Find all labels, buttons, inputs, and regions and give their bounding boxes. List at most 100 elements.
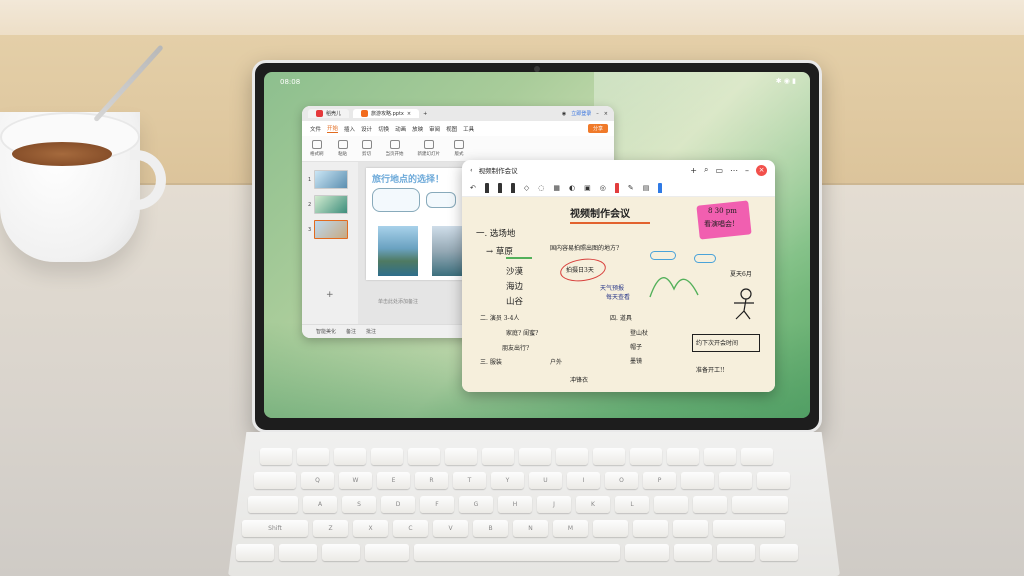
key[interactable]: [673, 520, 708, 537]
highlighter-icon[interactable]: ✎: [628, 184, 634, 192]
red-pen-icon[interactable]: [614, 183, 619, 193]
key[interactable]: [681, 472, 714, 489]
key-x[interactable]: X: [353, 520, 388, 537]
menu-home[interactable]: 开始: [327, 124, 339, 133]
tab-close-icon[interactable]: ×: [407, 111, 411, 117]
login-link[interactable]: 立即登录: [571, 110, 591, 117]
key[interactable]: [556, 448, 588, 465]
shape-icon[interactable]: ◐: [569, 184, 575, 192]
key-w[interactable]: W: [339, 472, 372, 489]
key-enter[interactable]: [732, 496, 788, 513]
blue-pen-icon[interactable]: [658, 183, 663, 193]
menu-animation[interactable]: 动画: [395, 125, 406, 133]
image-icon[interactable]: ▣: [584, 184, 591, 192]
undo-icon[interactable]: ↶: [470, 184, 476, 192]
key[interactable]: [260, 448, 292, 465]
key[interactable]: [297, 448, 329, 465]
cut-button[interactable]: 剪切: [361, 140, 372, 157]
comments-button[interactable]: 批注: [366, 328, 376, 335]
key-u[interactable]: U: [529, 472, 562, 489]
minimize-icon[interactable]: –: [745, 166, 749, 175]
key-c[interactable]: C: [393, 520, 428, 537]
share-button[interactable]: 分享: [587, 124, 608, 133]
split-view-icon[interactable]: ▭: [715, 166, 723, 175]
key[interactable]: [482, 448, 514, 465]
key-n[interactable]: N: [513, 520, 548, 537]
close-icon[interactable]: ×: [756, 164, 767, 176]
key-s[interactable]: S: [342, 496, 376, 513]
notes-window[interactable]: ‹ 视频制作会议 + ⌕ ▭ ⋯ – × ↶ ◇ ◌ ▦ ◐ ▣ ◎ ✎ ▤ 视…: [462, 160, 775, 392]
key[interactable]: [704, 448, 736, 465]
key[interactable]: [593, 448, 625, 465]
pen-icon[interactable]: [484, 183, 489, 193]
key[interactable]: [445, 448, 477, 465]
notes-button[interactable]: 备注: [346, 328, 356, 335]
slide-thumb-2[interactable]: 2: [308, 195, 358, 214]
key-d[interactable]: D: [381, 496, 415, 513]
key-tab[interactable]: [254, 472, 296, 489]
add-slide-icon[interactable]: +: [326, 290, 334, 300]
new-tab-icon[interactable]: +: [423, 111, 427, 117]
key-z[interactable]: Z: [313, 520, 348, 537]
minimize-icon[interactable]: –: [596, 111, 599, 117]
slide-callout[interactable]: [372, 188, 420, 212]
key[interactable]: [322, 544, 360, 561]
menu-tools[interactable]: 工具: [463, 125, 474, 133]
search-icon[interactable]: ⌕: [704, 165, 708, 175]
slide-photo-lake[interactable]: [378, 226, 418, 276]
pencil-icon[interactable]: [497, 183, 502, 193]
format-painter-button[interactable]: 格式刷: [310, 140, 324, 157]
lasso-icon[interactable]: ◌: [538, 184, 544, 192]
close-window-icon[interactable]: ×: [604, 111, 608, 117]
key-k[interactable]: K: [576, 496, 610, 513]
key-shift-right[interactable]: [713, 520, 785, 537]
key[interactable]: [667, 448, 699, 465]
eraser-icon[interactable]: ◇: [524, 184, 529, 192]
tab-travel-pptx[interactable]: 旅游攻略.pptx ×: [353, 109, 420, 118]
key-caps[interactable]: [248, 496, 298, 513]
key-v[interactable]: V: [433, 520, 468, 537]
menu-insert[interactable]: 插入: [344, 125, 355, 133]
key-t[interactable]: T: [453, 472, 486, 489]
slide-callout[interactable]: [426, 192, 456, 208]
key-g[interactable]: G: [459, 496, 493, 513]
back-icon[interactable]: ‹: [470, 166, 473, 174]
key-j[interactable]: J: [537, 496, 571, 513]
key-f[interactable]: F: [420, 496, 454, 513]
key[interactable]: [760, 544, 798, 561]
more-icon[interactable]: ⋯: [730, 166, 738, 175]
key[interactable]: [757, 472, 790, 489]
slide-title[interactable]: 旅行地点的选择！: [372, 172, 444, 185]
key[interactable]: [334, 448, 366, 465]
key[interactable]: [630, 448, 662, 465]
key[interactable]: [593, 520, 628, 537]
slide-thumb-3[interactable]: 3: [308, 220, 358, 239]
smart-beautify-button[interactable]: 智能美化: [316, 328, 336, 335]
marker-icon[interactable]: [510, 183, 515, 193]
table-icon[interactable]: ▦: [553, 184, 560, 192]
key[interactable]: [625, 544, 669, 561]
tab-daoke[interactable]: 稻壳儿: [308, 109, 350, 118]
notes-placeholder[interactable]: 单击此处添加备注: [378, 298, 418, 305]
key[interactable]: [717, 544, 755, 561]
key-o[interactable]: O: [605, 472, 638, 489]
text-icon[interactable]: ▤: [643, 184, 650, 192]
menu-design[interactable]: 设计: [361, 125, 372, 133]
key[interactable]: [408, 448, 440, 465]
key[interactable]: [674, 544, 712, 561]
key-a[interactable]: A: [303, 496, 337, 513]
key[interactable]: [741, 448, 773, 465]
key[interactable]: [236, 544, 274, 561]
slide-thumb-1[interactable]: 1: [308, 170, 358, 189]
key-b[interactable]: B: [473, 520, 508, 537]
ruler-icon[interactable]: ◎: [600, 184, 606, 192]
key[interactable]: [279, 544, 317, 561]
key-h[interactable]: H: [498, 496, 532, 513]
menu-transition[interactable]: 切换: [378, 125, 389, 133]
key-q[interactable]: Q: [301, 472, 334, 489]
key-e[interactable]: E: [377, 472, 410, 489]
key-y[interactable]: Y: [491, 472, 524, 489]
layout-button[interactable]: 版式: [454, 140, 464, 157]
key-l[interactable]: L: [615, 496, 649, 513]
handwriting-canvas[interactable]: 视频制作会议 8 30 pm 看演唱会! 一. 选场地 → 草原 国内容易拍照出…: [462, 197, 775, 392]
